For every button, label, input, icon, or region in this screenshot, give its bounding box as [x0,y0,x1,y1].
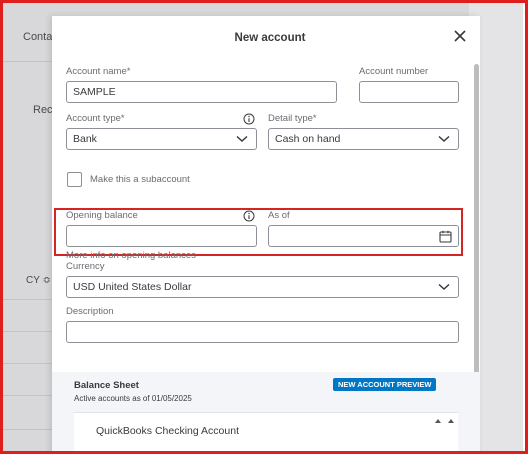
preview-subtitle: Active accounts as of 01/05/2025 [74,394,192,403]
panel-title: New account [234,32,306,44]
opening-balance-label: Opening balance [66,210,138,221]
chevron-down-icon [438,283,450,291]
preview-badge: NEW ACCOUNT PREVIEW [333,378,437,391]
divider [3,363,53,364]
subaccount-checkbox[interactable] [67,172,82,187]
scroll-arrows-icon[interactable] [434,417,456,425]
list-item: QuickBooks Checking Account [96,425,239,437]
detail-type-label: Detail type* [268,113,317,124]
detail-type-select[interactable]: Cash on hand [268,128,459,150]
divider [3,429,53,430]
detail-type-value: Cash on hand [275,133,341,145]
background-tab-label: Conta [23,31,53,43]
account-type-select[interactable]: Bank [66,128,257,150]
scrollbar-thumb[interactable] [474,64,479,376]
new-account-panel: New account Account name* SAMPLE Account… [52,16,480,454]
preview-title: Balance Sheet [74,380,139,391]
account-type-value: Bank [73,133,97,145]
account-number-label: Account number [359,66,429,77]
divider [3,395,53,396]
preview-account-list[interactable]: QuickBooks Checking Account [74,412,458,454]
background-column-label: Rec [33,104,53,116]
account-number-input[interactable] [359,81,459,103]
currency-select[interactable]: USD United States Dollar [66,276,459,298]
more-info-link[interactable]: More info on opening balances [66,250,196,261]
account-type-label: Account type* [66,113,125,124]
close-icon[interactable] [452,28,468,44]
background-sort-label[interactable]: CY ≎ [26,275,51,286]
panel-scrollbar[interactable] [474,60,479,380]
as-of-date-input[interactable] [268,225,459,247]
calendar-icon[interactable] [439,230,452,243]
as-of-label: As of [268,210,290,221]
divider [3,299,53,300]
info-icon[interactable] [243,113,255,125]
balance-sheet-preview: Balance Sheet Active accounts as of 01/0… [52,372,480,454]
currency-value: USD United States Dollar [73,281,192,293]
subaccount-label: Make this a subaccount [90,174,190,185]
divider [3,61,53,62]
description-input[interactable] [66,321,459,343]
account-name-input[interactable]: SAMPLE [66,81,337,103]
account-name-label: Account name* [66,66,131,77]
description-label: Description [66,306,114,317]
chevron-down-icon [438,135,450,143]
info-icon[interactable] [243,210,255,222]
divider [3,331,53,332]
currency-label: Currency [66,261,105,272]
chevron-down-icon [236,135,248,143]
opening-balance-input[interactable] [66,225,257,247]
